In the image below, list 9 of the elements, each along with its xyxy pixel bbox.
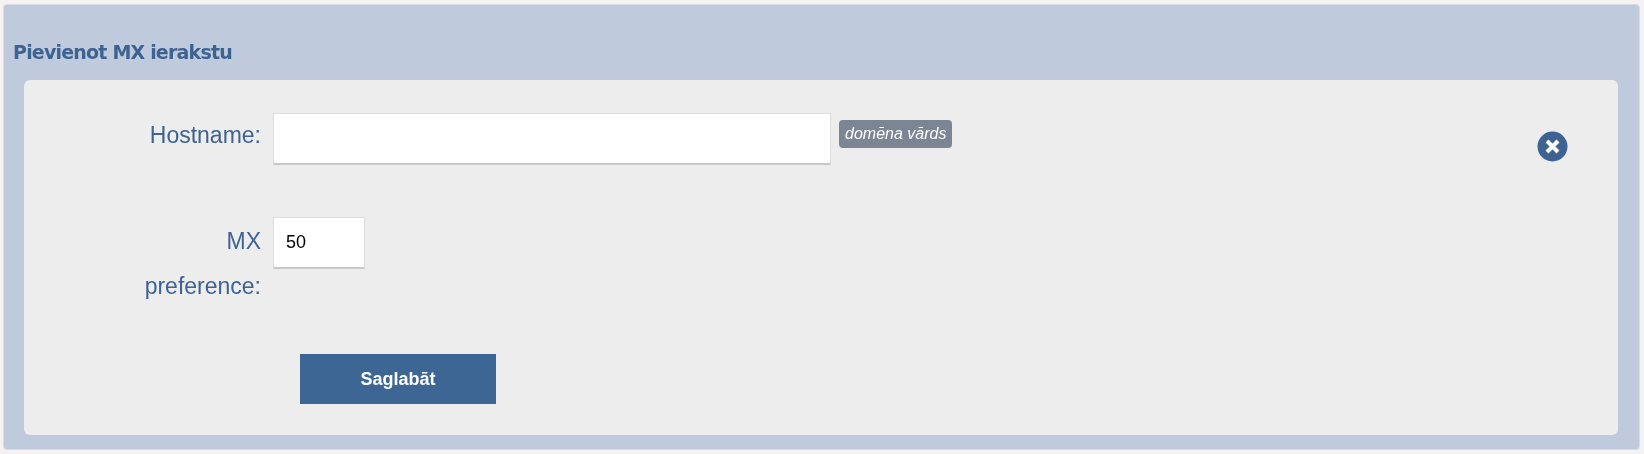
input-field[interactable] (273, 113, 831, 165)
hint-tag: domēna vārds (839, 120, 953, 148)
input-field[interactable]: 50 (273, 217, 365, 269)
field-label: MX preference: (143, 227, 262, 301)
save-button[interactable]: Saglabāt (300, 354, 496, 404)
field-label: Hostname: (148, 121, 262, 150)
close-icon (1537, 131, 1568, 162)
close-button[interactable] (1537, 131, 1568, 162)
panel-title: Pievienot MX ierakstu (13, 40, 233, 65)
